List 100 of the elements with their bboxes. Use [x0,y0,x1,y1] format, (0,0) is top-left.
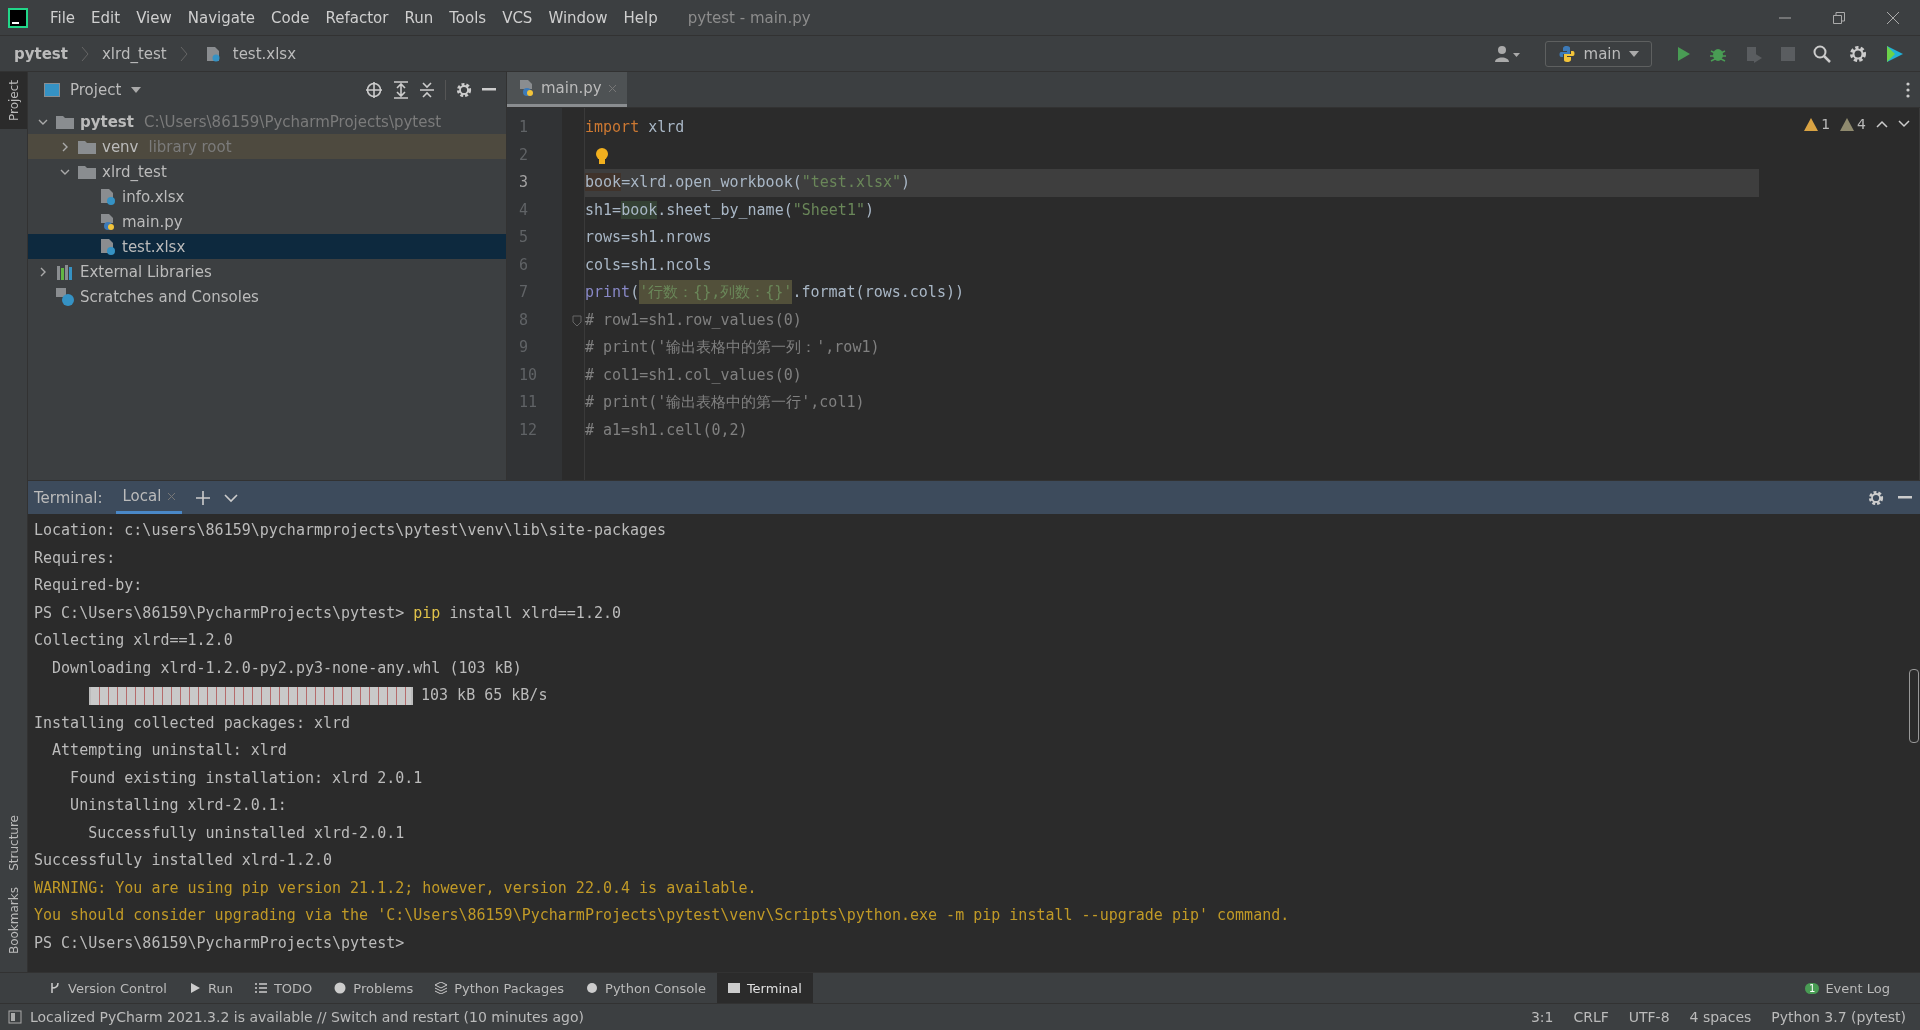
tree-row[interactable]: test.xlsx [28,234,506,259]
search-icon[interactable] [1813,44,1831,63]
breadcrumb[interactable]: xlrd_test [101,44,167,63]
tree-row[interactable]: venv library root [28,134,506,159]
terminal-prompt: PS C:\Users\86159\PycharmProjects\pytest> pip install xlrd==1.2.0 [34,602,622,624]
tree-item-hint: C:\Users\86159\PycharmProjects\pytest [143,112,442,131]
menu-item[interactable]: Window [540,8,616,27]
status-item[interactable]: UTF-8 [1622,1009,1676,1025]
menu-item[interactable]: View [128,8,180,27]
python-icon [1557,44,1576,63]
settings-icon[interactable] [1849,44,1867,63]
tree-item-label: xlrd_test [102,162,167,181]
status-item[interactable]: Python 3.7 (pytest) [1765,1009,1912,1025]
tree-row[interactable]: xlrd_test [28,159,506,184]
terminal-line: Collecting xlrd==1.2.0 [34,630,234,651]
tree-item-label: venv [102,137,139,156]
inspection-count[interactable]: 1 [1804,116,1831,132]
tree-row[interactable]: main.py [28,209,506,234]
chevron-down-icon[interactable] [224,492,239,503]
terminal-warning: You should consider upgrading via the 'C:\Users\86159\PycharmProjects\pytest\venv\Scripts\python.exe -m pip install --upgrade pip' command. [34,905,1291,926]
tree-item-label: Scratches and Consoles [80,287,259,306]
panel-title[interactable]: Project [70,80,122,99]
code-line: # print('输出表格中的第一行',col1) [585,392,866,413]
add-icon[interactable] [196,490,211,505]
hide-icon[interactable] [482,87,496,92]
packages-icon [435,982,448,994]
run-icon [188,982,201,994]
menu-item[interactable]: Refactor [317,8,397,27]
menu-item[interactable]: Help [615,8,666,27]
chevron-icon [80,45,89,62]
tool-window-button[interactable]: Run [177,973,244,1003]
vcs-icon [49,982,61,994]
scrollbar-thumb[interactable] [1909,669,1919,743]
code-line: # print('输出表格中的第一列：',row1) [585,337,881,358]
code-line: rows=sh1.nrows [585,227,713,248]
status-item[interactable]: CRLF [1567,1009,1615,1025]
run-configuration-dropdown[interactable]: main [1544,40,1652,67]
menu-item[interactable]: Code [263,8,318,27]
menu-item[interactable]: Navigate [179,8,264,27]
settings-icon[interactable] [456,81,472,98]
tree-row[interactable]: Scratches and Consoles [28,284,506,309]
tree-item-label: main.py [122,212,183,231]
terminal-line: Uninstalling xlrd-2.0.1: [69,795,288,816]
editor-tab[interactable]: main.py [507,72,627,107]
restore-icon[interactable] [1832,10,1846,25]
line-number: 3 [518,172,530,193]
run-icon[interactable] [1675,45,1691,62]
hide-icon[interactable] [1898,495,1912,500]
lightbulb-icon[interactable] [595,146,609,165]
warning-icon [1804,117,1819,131]
chevron-icon [179,45,188,62]
tree-item-label: info.xlsx [122,187,185,206]
locate-icon[interactable] [365,80,383,99]
more-icon[interactable] [1906,81,1910,98]
close-icon[interactable] [1886,10,1900,25]
folder-icon [78,164,96,179]
terminal-line: Location: c:\users\86159\pycharmprojects\pytest\venv\lib\site-packages [34,520,668,541]
terminal-warning: WARNING: You are using pip version 21.1.2; however, version 22.0.4 is available. [34,877,758,899]
tool-window-button[interactable]: Python Console [575,973,717,1003]
user-icon[interactable] [1493,44,1522,63]
tool-window-tab[interactable]: Bookmarks [0,878,27,962]
file-icon [205,45,220,62]
breadcrumb[interactable]: pytest [14,44,68,63]
fold-icon[interactable] [572,314,582,327]
menu-item[interactable]: Tools [441,8,495,27]
terminal-line: Attempting uninstall: xlrd [51,740,288,761]
caret-icon[interactable] [131,86,142,93]
menu-item[interactable]: Edit [83,8,129,27]
breadcrumb[interactable]: test.xlsx [232,44,297,63]
terminal-prompt: PS C:\Users\86159\PycharmProjects\pytest> [34,932,406,954]
terminal-line: Successfully uninstalled xlrd-2.0.1 [87,822,406,844]
tool-window-button[interactable]: Problems [323,973,425,1003]
tree-row[interactable]: External Libraries [28,259,506,284]
tool-window-tab[interactable]: Project [0,72,27,130]
terminal-line: Found existing installation: xlrd 2.0.1 [69,767,424,789]
expand-all-icon[interactable] [393,80,409,99]
menu-item[interactable]: Run [396,8,442,27]
tool-window-button[interactable]: TODO [243,973,324,1003]
toolbox-logo-icon[interactable] [1885,43,1905,64]
inspection-count[interactable]: 4 [1840,116,1866,132]
tree-row[interactable]: info.xlsx [28,184,506,209]
tool-window-button[interactable]: Terminal [716,973,813,1003]
folder-icon [56,114,74,129]
status-item[interactable]: 3:1 [1524,1009,1560,1025]
panel-toggle-icon[interactable] [8,1010,22,1024]
terminal-line: Successfully installed xlrd-1.2.0 [34,850,333,871]
event-log-button[interactable]: 1 Event Log [1805,973,1920,1003]
app-logo-icon [8,7,28,28]
collapse-all-icon[interactable] [419,80,435,99]
caret-icon [1629,50,1639,57]
tool-window-tab[interactable]: Structure [0,807,27,879]
tree-item-hint: library root [148,137,232,156]
menu-item[interactable]: VCS [494,8,541,27]
menu-item[interactable]: File [42,8,84,27]
status-message[interactable]: Localized PyCharm 2021.3.2 is available // Switch and restart (10 minutes ago) [30,1009,584,1025]
tool-window-button[interactable]: Version Control [38,973,178,1003]
tree-row[interactable]: pytest C:\Users\86159\PycharmProjects\pytest [28,109,506,134]
settings-icon[interactable] [1868,489,1884,506]
status-item[interactable]: 4 spaces [1683,1009,1758,1025]
tool-window-button[interactable]: Python Packages [424,973,576,1003]
